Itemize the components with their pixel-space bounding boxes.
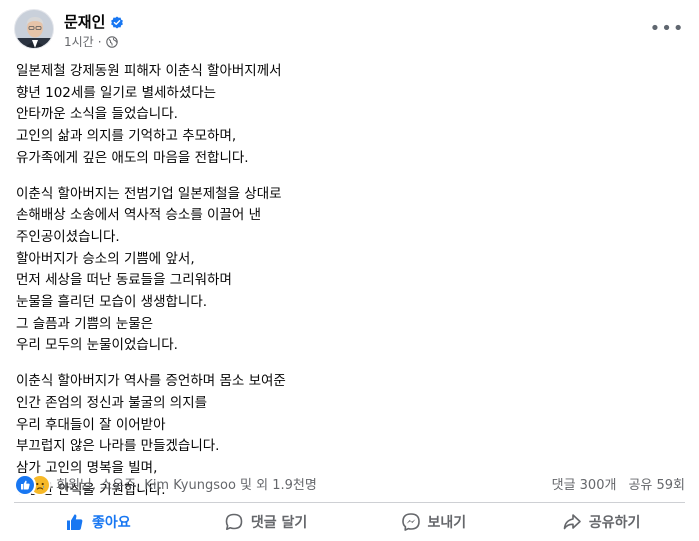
text-line: 눈물을 흘리던 모습이 생생합니다.: [16, 294, 208, 311]
text-line: 할아버지가 승소의 기쁨에 앞서,: [16, 250, 195, 267]
comment-bubble-icon: [224, 512, 244, 532]
reaction-icons: [14, 474, 51, 496]
text-line: 손해배상 소송에서 역사적 승소를 이끌어 낸: [16, 207, 262, 224]
share-button[interactable]: 공유하기: [517, 507, 685, 537]
text-line: 이춘식 할아버지가 역사를 증언하며 몸소 보여준: [16, 373, 286, 390]
text-line: 우리 후대들이 잘 이어받아: [16, 416, 166, 433]
like-button[interactable]: 좋아요: [14, 507, 182, 537]
comment-label: 댓글 달기: [250, 515, 308, 531]
post-header: 문재인 1시간 · •••: [14, 9, 685, 55]
reactions-bar: 회원님, 소우주, Kim Kyungsoo 및 외 1.9천명 댓글 300개…: [14, 472, 685, 496]
separator-dot: ·: [97, 34, 102, 49]
text-line: 우리 모두의 눈물이었습니다.: [16, 337, 178, 354]
author-avatar[interactable]: [14, 9, 54, 49]
messenger-icon: [401, 512, 421, 532]
share-count[interactable]: 공유 59회: [628, 474, 685, 493]
reaction-names: 회원님, 소우주, Kim Kyungsoo 및 외 1.9천명: [56, 477, 317, 493]
text-line: 주인공이셨습니다.: [16, 228, 120, 245]
text-line: 부끄럽지 않은 나라를 만들겠습니다.: [16, 438, 220, 455]
text-line: 이춘식 할아버지는 전범기업 일본제철을 상대로: [16, 185, 282, 202]
globe-icon[interactable]: [105, 35, 118, 48]
share-arrow-icon: [562, 512, 582, 532]
thumbs-up-icon: [65, 512, 85, 532]
comment-count[interactable]: 댓글 300개: [552, 474, 617, 493]
text-line: 일본제철 강제동원 피해자 이춘식 할아버지께서: [16, 63, 282, 79]
comment-button[interactable]: 댓글 달기: [182, 507, 350, 537]
engagement-counts: 댓글 300개 공유 59회: [552, 474, 685, 493]
text-line: 그 슬픔과 기쁨의 눈물은: [16, 315, 154, 332]
verified-badge-icon: [110, 15, 124, 29]
author-row: 문재인: [64, 11, 124, 32]
post-meta: 1시간 ·: [64, 33, 118, 50]
reaction-summary[interactable]: 회원님, 소우주, Kim Kyungsoo 및 외 1.9천명: [14, 474, 317, 496]
post-card: 문재인 1시간 · ••• 일본제철 강제동원 피해자 이춘식 할아버지께서 향…: [0, 0, 699, 541]
text-line: 향년 102세를 일기로 별세하셨다는: [16, 84, 217, 101]
send-button[interactable]: 보내기: [350, 507, 518, 537]
like-reaction-icon: [14, 474, 36, 496]
paragraph: 이춘식 할아버지는 전범기업 일본제철을 상대로 손해배상 소송에서 역사적 승…: [16, 184, 683, 358]
text-line: 먼저 세상을 떠난 동료들을 그리워하며: [16, 272, 232, 289]
text-line: 유가족에게 깊은 애도의 마음을 전합니다.: [16, 149, 249, 166]
share-label: 공유하기: [588, 515, 641, 531]
divider: [14, 502, 685, 503]
action-bar: 좋아요 댓글 달기 보내기 공유하기: [14, 507, 685, 537]
author-name[interactable]: 문재인: [64, 11, 105, 32]
post-body: 일본제철 강제동원 피해자 이춘식 할아버지께서 향년 102세를 일기로 별세…: [16, 61, 683, 515]
more-options-button[interactable]: •••: [650, 19, 684, 39]
paragraph: 일본제철 강제동원 피해자 이춘식 할아버지께서 향년 102세를 일기로 별세…: [16, 61, 683, 170]
text-line: 인간 존엄의 정신과 불굴의 의지를: [16, 394, 208, 411]
text-line: 안타까운 소식을 들었습니다.: [16, 106, 178, 123]
send-label: 보내기: [427, 515, 467, 531]
like-label: 좋아요: [92, 515, 131, 531]
post-time[interactable]: 1시간: [64, 33, 94, 50]
text-line: 고인의 삶과 의지를 기억하고 추모하며,: [16, 128, 237, 145]
more-options-icon: •••: [649, 18, 685, 39]
